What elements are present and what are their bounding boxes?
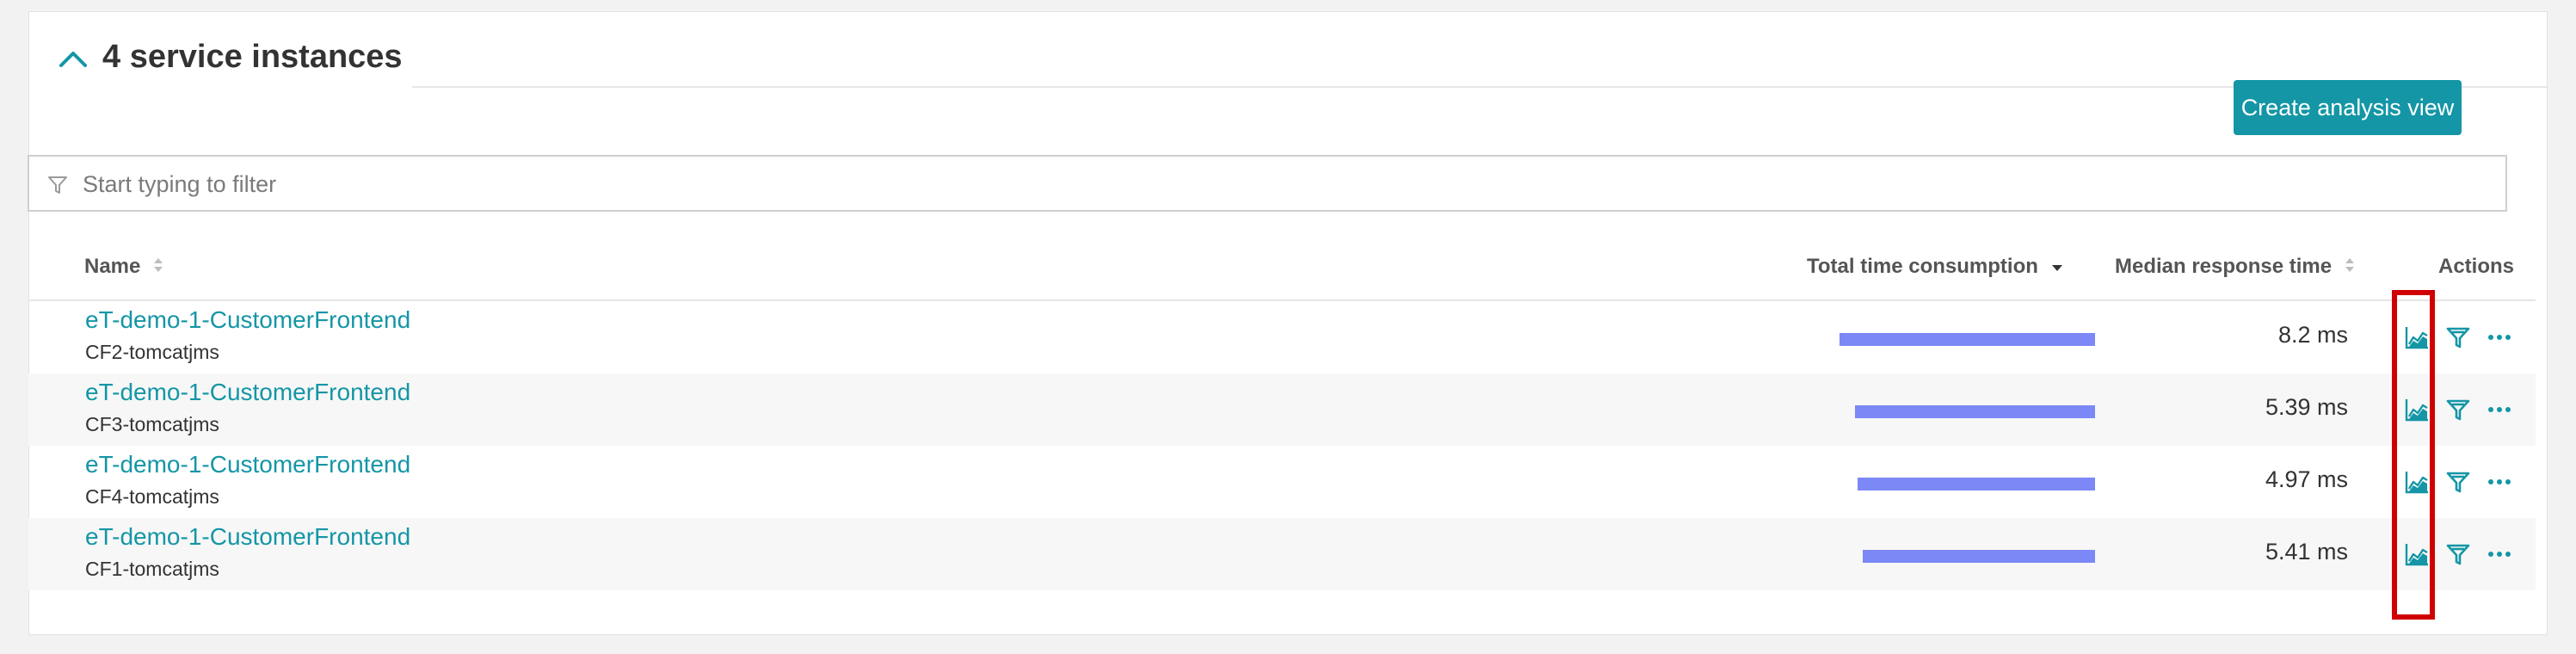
more-icon[interactable]	[2486, 396, 2513, 423]
column-header-actions: Actions	[2438, 250, 2514, 284]
chart-icon[interactable]	[2403, 396, 2431, 423]
column-header-median-label: Median response time	[2115, 255, 2333, 278]
filter-icon[interactable]	[2444, 468, 2472, 496]
column-header-name[interactable]: Name	[84, 250, 163, 284]
sort-both-icon	[2345, 250, 2355, 285]
total-time-bar	[1863, 550, 2095, 563]
service-name-link[interactable]: eT-demo-1-CustomerFrontend	[85, 306, 410, 334]
instance-name: CF1-tomcatjms	[85, 558, 219, 580]
sort-both-icon	[153, 250, 163, 285]
service-name-link[interactable]: eT-demo-1-CustomerFrontend	[85, 451, 410, 478]
section-title: 4 service instances	[102, 39, 403, 75]
total-time-bar	[1840, 333, 2095, 346]
filter-input[interactable]	[81, 157, 2485, 212]
service-name-link[interactable]: eT-demo-1-CustomerFrontend	[85, 379, 410, 406]
instance-name: CF3-tomcatjms	[85, 413, 219, 435]
chart-icon[interactable]	[2403, 468, 2431, 496]
column-header-actions-label: Actions	[2438, 255, 2515, 278]
sort-desc-icon	[2051, 250, 2063, 285]
chart-icon[interactable]	[2403, 540, 2431, 568]
filter-icon[interactable]	[2444, 324, 2472, 351]
service-name-link[interactable]: eT-demo-1-CustomerFrontend	[85, 523, 410, 551]
create-analysis-view-button[interactable]: Create analysis view	[2234, 80, 2462, 135]
column-header-median[interactable]: Median response time	[2115, 250, 2355, 284]
column-header-total-time[interactable]: Total time consumption	[1807, 250, 2063, 284]
instance-name: CF2-tomcatjms	[85, 341, 219, 363]
filter-icon[interactable]	[2444, 540, 2472, 568]
chevron-up-icon[interactable]	[58, 43, 89, 74]
filter-box[interactable]	[28, 155, 2507, 212]
column-header-name-label: Name	[84, 255, 141, 278]
filter-icon[interactable]	[2444, 396, 2472, 423]
funnel-icon	[46, 174, 69, 196]
column-header-total-time-label: Total time consumption	[1807, 255, 2038, 278]
total-time-bar	[1855, 405, 2095, 418]
median-response-time: 5.41 ms	[2265, 539, 2348, 565]
table-row: eT-demo-1-CustomerFrontend CF1-tomcatjms 5…	[28, 518, 2536, 590]
more-icon[interactable]	[2486, 468, 2513, 496]
table-row: eT-demo-1-CustomerFrontend CF2-tomcatjms 8…	[28, 301, 2536, 373]
instance-name: CF4-tomcatjms	[85, 485, 219, 508]
median-response-time: 4.97 ms	[2265, 466, 2348, 492]
section-header: 4 service instances	[28, 26, 2576, 88]
more-icon[interactable]	[2486, 540, 2513, 568]
total-time-bar	[1858, 478, 2095, 490]
table-row: eT-demo-1-CustomerFrontend CF4-tomcatjms 4…	[28, 446, 2536, 518]
median-response-time: 5.39 ms	[2265, 394, 2348, 420]
table-row: eT-demo-1-CustomerFrontend CF3-tomcatjms 5…	[28, 373, 2536, 446]
more-icon[interactable]	[2486, 324, 2513, 351]
divider	[412, 86, 2548, 88]
chart-icon[interactable]	[2403, 324, 2431, 351]
median-response-time: 8.2 ms	[2277, 322, 2348, 348]
